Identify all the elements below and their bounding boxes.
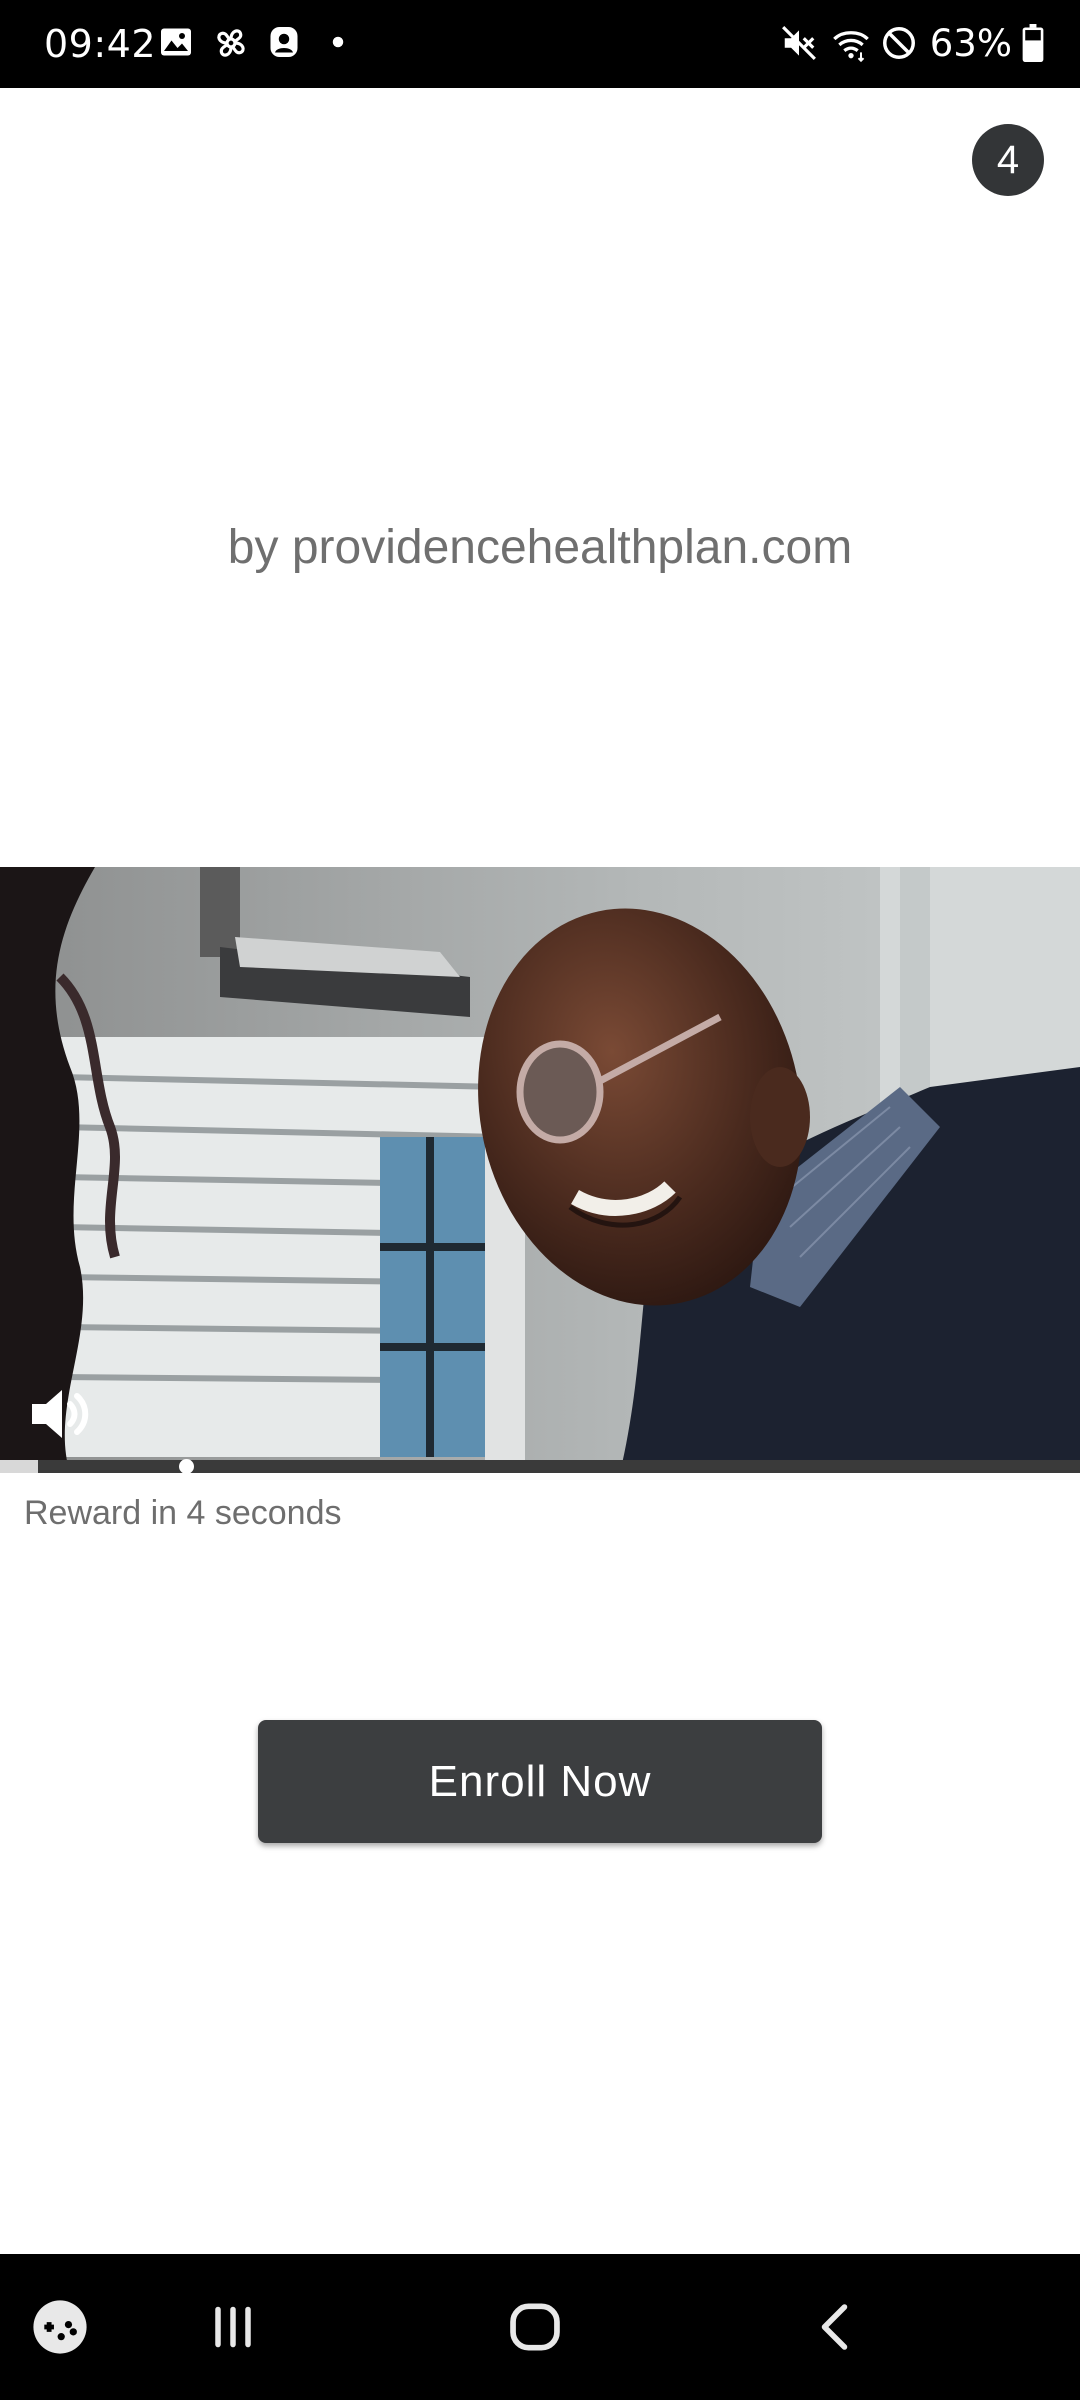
back-icon[interactable] xyxy=(797,2254,877,2400)
status-bar: 09:42 63% xyxy=(0,0,1080,88)
fan-icon xyxy=(212,24,252,64)
volume-icon[interactable] xyxy=(28,1384,92,1444)
mute-icon xyxy=(780,24,820,64)
video-progress-fill xyxy=(0,1460,38,1473)
ad-count-badge[interactable]: 4 xyxy=(972,124,1044,196)
do-not-disturb-icon xyxy=(880,24,920,64)
ad-video[interactable] xyxy=(0,867,1080,1473)
status-icons-left xyxy=(158,0,360,88)
video-progress-bar[interactable] xyxy=(0,1460,1080,1473)
enroll-now-button[interactable]: Enroll Now xyxy=(258,1720,822,1843)
battery-percent: 63% xyxy=(929,22,1012,65)
game-launcher-icon[interactable] xyxy=(20,2254,100,2400)
video-progress-marker xyxy=(179,1459,194,1474)
wifi-icon xyxy=(830,24,870,64)
notification-dot-icon xyxy=(320,24,360,64)
navigation-bar xyxy=(0,2254,1080,2400)
status-time: 09:42 xyxy=(44,22,157,66)
gallery-icon xyxy=(158,24,198,64)
account-icon xyxy=(266,24,306,64)
advertiser-domain: by providencehealthplan.com xyxy=(227,521,853,574)
home-icon[interactable] xyxy=(495,2254,575,2400)
status-icons-right: 63% xyxy=(780,0,1046,88)
recent-apps-icon[interactable] xyxy=(193,2254,273,2400)
reward-countdown: Reward in 4 seconds xyxy=(24,1494,342,1532)
video-frame-image xyxy=(0,867,1080,1473)
battery-icon xyxy=(1022,24,1046,64)
